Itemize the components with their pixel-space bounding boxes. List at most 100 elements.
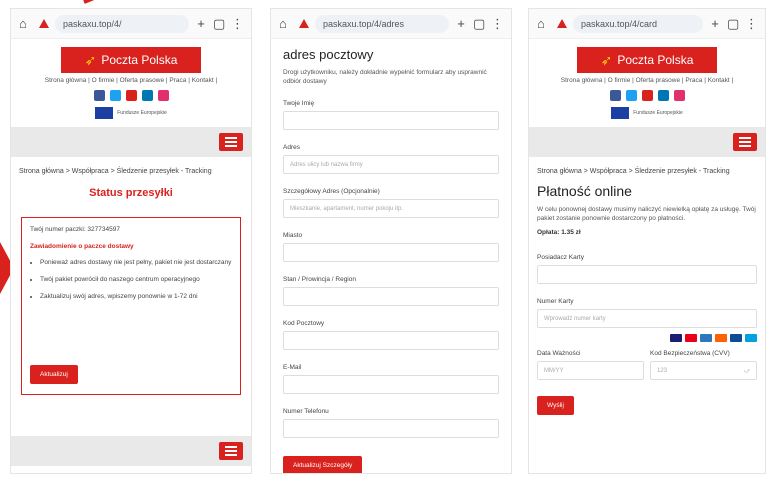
postcode-input[interactable] — [283, 331, 499, 351]
linkedin-icon[interactable] — [657, 90, 669, 101]
eu-funds-badge: Fundusze Europejskie — [11, 107, 251, 119]
eu-flag-icon — [611, 107, 630, 119]
mastercard-icon — [685, 333, 697, 342]
visa-icon — [670, 333, 682, 342]
post-icon[interactable] — [125, 90, 137, 101]
warning-icon[interactable] — [299, 19, 309, 28]
twitter-icon[interactable] — [109, 90, 121, 101]
hamburger-menu-icon[interactable] — [733, 133, 757, 151]
phone-screen-tracking: ⌂ paskaxu.top/4/ + ▢ ⋮ ➶ Poczta Polska S… — [10, 8, 252, 474]
notice-list: Ponieważ adres dostawy nie jest pełny, p… — [30, 258, 232, 301]
home-icon[interactable]: ⌂ — [537, 16, 551, 31]
notice-heading: Zawiadomienie o paczce dostawy — [30, 242, 134, 250]
logo-text: Poczta Polska — [101, 53, 178, 67]
phone-label: Numer Telefonu — [283, 408, 329, 416]
eu-flag-icon — [95, 107, 114, 119]
payment-form: Posiadacz Karty Numer Karty Wprowadź num… — [529, 254, 765, 415]
warning-icon[interactable] — [557, 19, 567, 28]
warning-icon[interactable] — [39, 19, 49, 28]
eu-caption: Fundusze Europejskie — [633, 110, 683, 116]
home-icon[interactable]: ⌂ — [279, 16, 293, 31]
facebook-icon[interactable] — [609, 90, 621, 101]
region-label: Stan / Prowincja / Region — [283, 276, 356, 284]
post-horn-icon: ➶ — [600, 51, 613, 68]
card-back-icon: ⤻ — [743, 367, 750, 374]
address-input[interactable]: Adres ulicy lub nazwa firmy — [283, 155, 499, 175]
form-title: adres pocztowy — [283, 47, 374, 62]
eu-funds-badge: Fundusze Europejskie — [529, 107, 765, 119]
new-tab-icon[interactable]: + — [455, 16, 467, 31]
instagram-icon[interactable] — [157, 90, 169, 101]
hamburger-menu-icon[interactable] — [219, 442, 243, 460]
card-icon — [745, 333, 757, 342]
menu-bar — [529, 127, 765, 157]
maestro-icon — [730, 333, 742, 342]
update-button[interactable]: Aktualizuj — [30, 364, 78, 384]
card-number-label: Numer Karty — [537, 297, 574, 305]
site-logo[interactable]: ➶ Poczta Polska — [577, 47, 717, 73]
top-nav[interactable]: Strona główna | O firmie | Oferta prasow… — [535, 77, 759, 84]
new-tab-icon[interactable]: + — [195, 16, 207, 31]
breadcrumb[interactable]: Strona główna > Współpraca > Śledzenie p… — [537, 167, 757, 177]
list-item: Ponieważ adres dostawy nie jest pełny, p… — [40, 258, 232, 267]
more-menu-icon[interactable]: ⋮ — [491, 16, 504, 32]
hamburger-menu-icon[interactable] — [219, 133, 243, 151]
card-number-input[interactable]: Wprowadź numer karty — [537, 308, 757, 328]
card-holder-label: Posiadacz Karty — [537, 253, 584, 261]
region-input[interactable] — [283, 287, 499, 307]
address-form: adres pocztowy Drogi użytkowniku, należy… — [271, 39, 511, 473]
city-input[interactable] — [283, 243, 499, 263]
address-detail-input[interactable]: Mieszkanie, apartament, numer pokoju itp… — [283, 199, 499, 219]
more-menu-icon[interactable]: ⋮ — [745, 16, 758, 32]
update-details-button[interactable]: Aktualizuj Szczegóły — [283, 456, 363, 473]
card-brand-logos — [537, 333, 757, 342]
browser-toolbar: ⌂ paskaxu.top/4/card + ▢ ⋮ — [529, 9, 765, 39]
more-menu-icon[interactable]: ⋮ — [231, 16, 244, 32]
fee-amount: Opłata: 1.35 zł — [537, 228, 581, 236]
phone-field[interactable] — [283, 419, 499, 439]
email-field[interactable] — [283, 375, 499, 395]
card-holder-input[interactable] — [537, 264, 757, 284]
cvv-input[interactable]: 123 ⤻ — [650, 360, 757, 380]
browser-toolbar: ⌂ paskaxu.top/4/adres + ▢ ⋮ — [271, 9, 511, 39]
name-input[interactable] — [283, 111, 499, 131]
page-title: Płatność online — [537, 182, 632, 199]
instagram-icon[interactable] — [673, 90, 685, 101]
cvv-placeholder: 123 — [657, 367, 668, 374]
url-bar[interactable]: paskaxu.top/4/ — [55, 14, 189, 33]
page-title: Status przesyłki — [89, 186, 173, 199]
linkedin-icon[interactable] — [141, 90, 153, 101]
email-label: E-Mail — [283, 364, 302, 372]
amex-icon — [700, 333, 712, 342]
tabs-icon[interactable]: ▢ — [213, 16, 225, 32]
menu-bar — [11, 127, 251, 157]
browser-toolbar: ⌂ paskaxu.top/4/ + ▢ ⋮ — [11, 9, 251, 39]
breadcrumb[interactable]: Strona główna > Współpraca > Śledzenie p… — [19, 167, 243, 177]
logo-text: Poczta Polska — [617, 53, 694, 67]
submit-payment-button[interactable]: Wyślij — [537, 395, 574, 415]
tabs-icon[interactable]: ▢ — [727, 16, 739, 32]
twitter-icon[interactable] — [625, 90, 637, 101]
url-bar[interactable]: paskaxu.top/4/card — [573, 14, 703, 33]
new-tab-icon[interactable]: + — [709, 16, 721, 31]
form-description: Drogi użytkowniku, należy dokładnie wype… — [283, 69, 487, 86]
eu-caption: Fundusze Europejskie — [117, 110, 167, 116]
expiry-label: Data Ważności — [537, 349, 581, 357]
url-bar[interactable]: paskaxu.top/4/adres — [315, 14, 449, 33]
post-horn-icon: ➶ — [84, 51, 97, 68]
tabs-icon[interactable]: ▢ — [473, 16, 485, 32]
top-nav[interactable]: Strona główna | O firmie | Oferta prasow… — [17, 77, 245, 84]
home-icon[interactable]: ⌂ — [19, 16, 33, 31]
expiry-input[interactable]: MM/YY — [537, 360, 644, 380]
phone-screen-payment: ⌂ paskaxu.top/4/card + ▢ ⋮ ➶ Poczta Pols… — [528, 8, 766, 474]
annotation-arrow — [83, 0, 122, 4]
postcode-label: Kod Pocztowy — [283, 320, 325, 328]
post-icon[interactable] — [641, 90, 653, 101]
social-links — [529, 90, 765, 101]
city-label: Miasto — [283, 232, 303, 240]
payment-description: W celu ponownej dostawy musimy naliczyć … — [537, 205, 756, 222]
site-logo[interactable]: ➶ Poczta Polska — [61, 47, 201, 73]
facebook-icon[interactable] — [93, 90, 105, 101]
social-links — [11, 90, 251, 101]
list-item: Twój pakiet powrócił do naszego centrum … — [40, 275, 232, 284]
